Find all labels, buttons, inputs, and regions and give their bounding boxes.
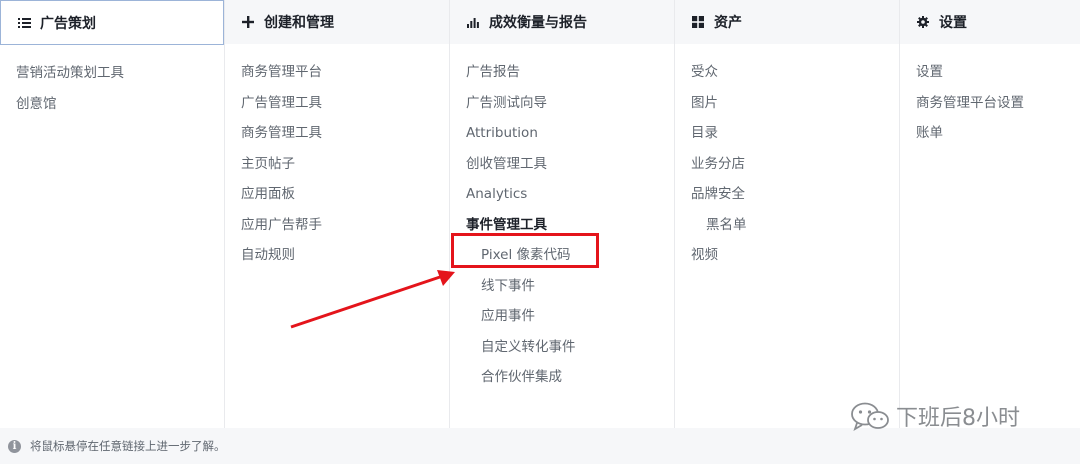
menu-item-block-lists[interactable]: 黑名单 [675,210,899,241]
menu-item-campaign-planner[interactable]: 营销活动策划工具 [0,58,224,89]
menu-item-app-ads-helper[interactable]: 应用广告帮手 [225,210,449,241]
menu-item-partner-integrations[interactable]: 合作伙伴集成 [450,362,674,393]
column-title: 设置 [939,15,967,31]
menu-item-app-events[interactable]: 应用事件 [450,301,674,332]
bar-chart-icon [466,15,480,29]
menu-item-attribution[interactable]: Attribution [450,118,674,149]
menu-item-audiences[interactable]: 受众 [675,57,899,88]
menu-item-custom-conversions[interactable]: 自定义转化事件 [450,332,674,363]
menu-item-automated-rules[interactable]: 自动规则 [225,240,449,271]
info-icon: i [8,439,21,453]
menu-list: 广告报告 广告测试向导 Attribution 创收管理工具 Analytics… [450,44,674,393]
grid-icon [691,15,705,29]
column-title: 创建和管理 [264,15,334,31]
menu-item-ads-reporting[interactable]: 广告报告 [450,57,674,88]
column-header-planning[interactable]: 广告策划 [0,0,224,45]
menu-list: 商务管理平台 广告管理工具 商务管理工具 主页帖子 应用面板 应用广告帮手 自动… [225,44,449,271]
menu-item-business-settings[interactable]: 商务管理平台设置 [900,88,1080,119]
column-header-create-manage[interactable]: 创建和管理 [225,0,449,44]
list-icon [17,16,31,30]
menu-item-creative-hub[interactable]: 创意馆 [0,89,224,120]
menu-item-billing[interactable]: 账单 [900,118,1080,149]
main-menu: 广告策划 营销活动策划工具 创意馆 创建和管理 商务管理平台 广告管理工具 商务… [0,0,1080,428]
menu-item-images[interactable]: 图片 [675,88,899,119]
menu-item-events-manager[interactable]: 事件管理工具 [450,210,674,241]
footer-hint-text: 将鼠标悬停在任意链接上进一步了解。 [30,439,226,453]
plus-icon [241,15,255,29]
menu-item-offline-events[interactable]: 线下事件 [450,271,674,302]
menu-list: 营销活动策划工具 创意馆 [0,45,224,119]
menu-item-videos[interactable]: 视频 [675,240,899,271]
menu-item-business-locations[interactable]: 业务分店 [675,149,899,180]
menu-item-business-tools[interactable]: 商务管理工具 [225,118,449,149]
watermark-text: 下班后8小时 [896,406,1020,431]
menu-item-brand-safety[interactable]: 品牌安全 [675,179,899,210]
gear-icon [916,15,930,29]
column-create-manage: 创建和管理 商务管理平台 广告管理工具 商务管理工具 主页帖子 应用面板 应用广… [225,0,450,428]
menu-list: 设置 商务管理平台设置 账单 [900,44,1080,149]
menu-item-test-wizard[interactable]: 广告测试向导 [450,88,674,119]
menu-item-catalogs[interactable]: 目录 [675,118,899,149]
wechat-icon [850,401,890,431]
menu-item-analytics[interactable]: Analytics [450,179,674,210]
menu-item-monetization-manager[interactable]: 创收管理工具 [450,149,674,180]
column-title: 广告策划 [40,15,96,32]
watermark: 下班后8小时 [850,398,1020,434]
menu-item-pixels[interactable]: Pixel 像素代码 [450,240,674,271]
menu-item-settings[interactable]: 设置 [900,57,1080,88]
column-header-measure-report[interactable]: 成效衡量与报告 [450,0,674,44]
menu-item-business-manager[interactable]: 商务管理平台 [225,57,449,88]
column-header-assets[interactable]: 资产 [675,0,899,44]
column-assets: 资产 受众 图片 目录 业务分店 品牌安全 黑名单 视频 [675,0,900,428]
column-title: 资产 [714,15,742,31]
menu-item-app-dashboard[interactable]: 应用面板 [225,179,449,210]
column-measure-report: 成效衡量与报告 广告报告 广告测试向导 Attribution 创收管理工具 A… [450,0,675,428]
column-settings: 设置 设置 商务管理平台设置 账单 [900,0,1080,428]
column-title: 成效衡量与报告 [489,15,587,31]
menu-list: 受众 图片 目录 业务分店 品牌安全 黑名单 视频 [675,44,899,271]
column-header-settings[interactable]: 设置 [900,0,1080,44]
menu-item-ads-manager[interactable]: 广告管理工具 [225,88,449,119]
menu-item-page-posts[interactable]: 主页帖子 [225,149,449,180]
column-planning: 广告策划 营销活动策划工具 创意馆 [0,0,225,428]
